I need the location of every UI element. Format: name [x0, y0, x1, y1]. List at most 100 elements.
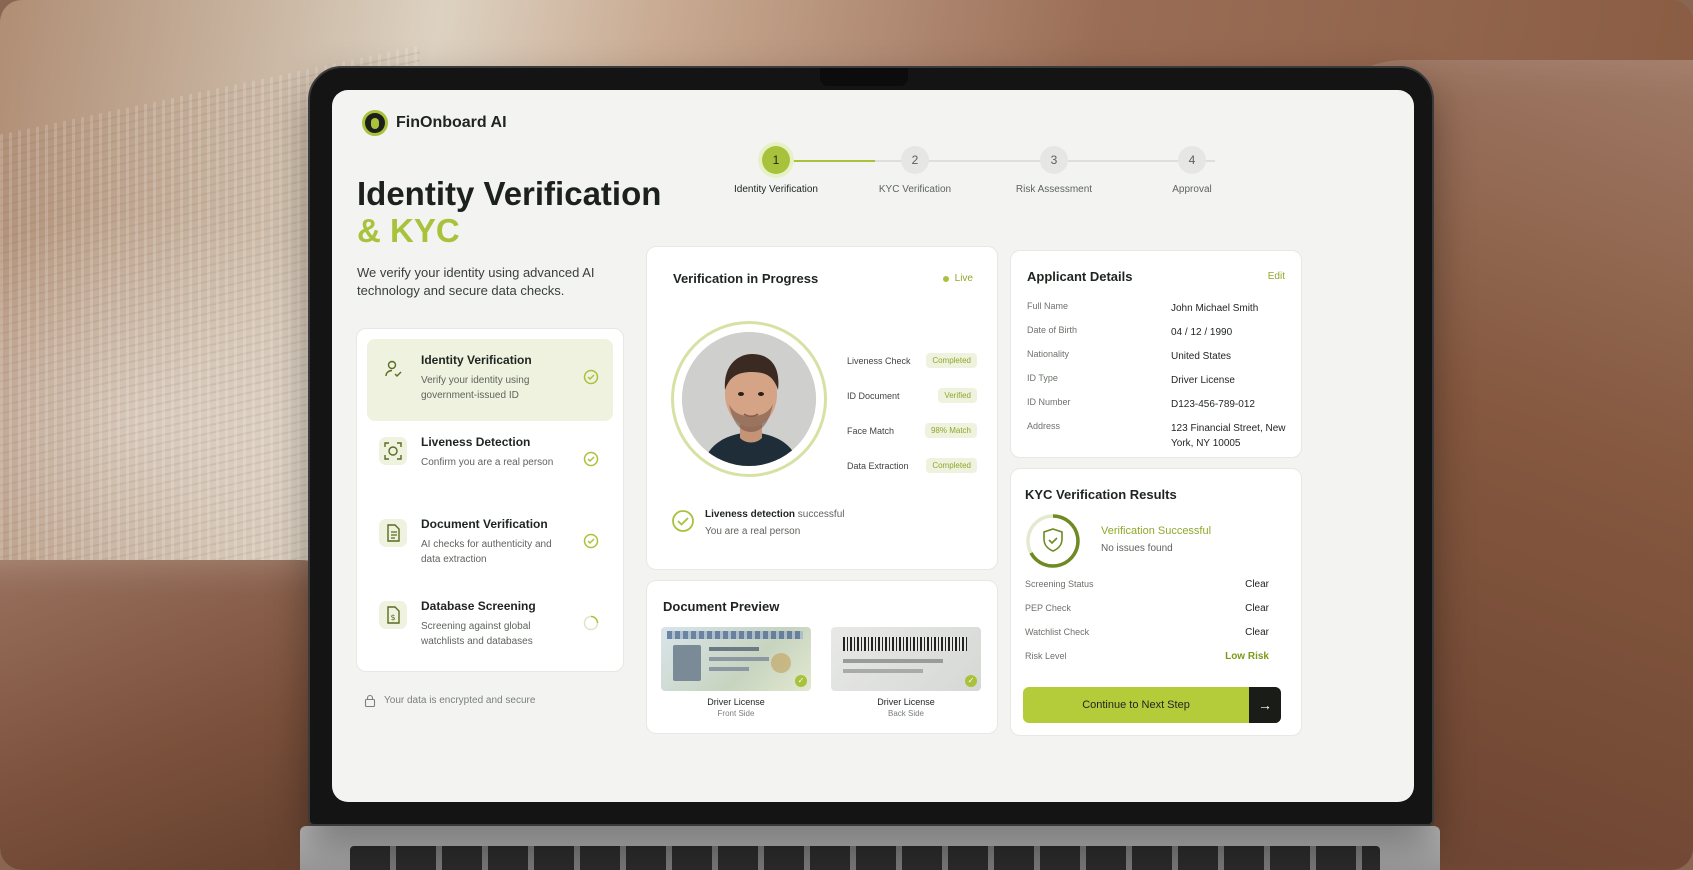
secure-note: Your data is encrypted and secure — [364, 694, 535, 707]
stepper-step-3[interactable]: 3 Risk Assessment — [1004, 146, 1104, 195]
liveness-message-sub: You are a real person — [705, 526, 801, 537]
stepper-number: 3 — [1040, 146, 1068, 174]
liveness-message: Liveness detection successful You are a … — [671, 509, 845, 537]
check-label: Data Extraction — [847, 460, 909, 471]
detail-key: Address — [1027, 421, 1061, 431]
status-badge: 98% Match — [924, 423, 977, 438]
check-circle-icon — [583, 369, 599, 385]
secure-note-text: Your data is encrypted and secure — [384, 695, 536, 706]
detail-value: 123 Financial Street, New York, NY 10005 — [1171, 423, 1286, 449]
progress-stepper: 1 Identity Verification 2 KYC Verificati… — [730, 146, 1230, 206]
document-back[interactable]: ✓ Driver License Back Side — [831, 627, 981, 718]
kyc-row-risk: Risk Level Low Risk — [1025, 651, 1269, 662]
check-label: Liveness Check — [847, 355, 911, 366]
kyc-success: Verification Successful No issues found — [1101, 525, 1211, 554]
detail-key: ID Type — [1027, 373, 1058, 383]
document-front[interactable]: ✓ Driver License Front Side — [661, 627, 811, 718]
kyc-row-screening: Screening Status Clear — [1025, 579, 1269, 590]
kyc-success-sub: No issues found — [1101, 543, 1173, 554]
kyc-value: Clear — [1245, 603, 1269, 614]
kyc-key: Screening Status — [1025, 579, 1094, 589]
live-dot-icon — [942, 275, 949, 282]
document-preview-card: Document Preview ✓ Driver License Front … — [646, 580, 998, 734]
liveness-message-text: Liveness detection successful — [705, 509, 845, 520]
detail-key: Date of Birth — [1027, 325, 1078, 335]
license-front-image: ✓ — [661, 627, 811, 691]
brand-name: FinOnboard AI — [396, 114, 507, 131]
check-row-id-document: ID Document Verified — [847, 378, 977, 413]
applicant-details-card: Applicant Details Edit Full Name John Mic… — [1010, 250, 1302, 458]
app-screen: FinOnboard AI Identity Verification & KY… — [332, 90, 1414, 802]
live-indicator: Live — [942, 273, 973, 284]
document-label: Driver License — [877, 697, 935, 707]
kyc-key: Risk Level — [1025, 651, 1067, 661]
detail-value: United States — [1171, 351, 1232, 362]
stepper-label: Risk Assessment — [1015, 184, 1093, 195]
step-document-verification[interactable]: Document Verification AI checks for auth… — [367, 503, 613, 585]
kyc-value: Clear — [1245, 579, 1269, 590]
stepper-label: KYC Verification — [878, 184, 952, 195]
laptop-keyboard — [350, 846, 1380, 870]
liveness-message-rest: successful — [795, 509, 845, 520]
card-title: Document Preview — [663, 599, 780, 614]
step-description: AI checks for authenticity and data extr… — [421, 539, 552, 565]
step-database-screening[interactable]: $ Database Screening Screening against g… — [367, 585, 613, 667]
kyc-results-card: KYC Verification Results Verification Su… — [1010, 468, 1302, 736]
check-label: Face Match — [847, 425, 895, 436]
card-title: KYC Verification Results — [1025, 487, 1177, 502]
kyc-value: Low Risk — [1225, 651, 1269, 662]
edit-link[interactable]: Edit — [1268, 271, 1285, 282]
check-icon: ✓ — [795, 675, 807, 687]
detail-value: D123-456-789-012 — [1171, 399, 1255, 410]
loading-spinner-icon — [583, 615, 599, 631]
step-description: Verify your identity using government-is… — [421, 375, 530, 401]
check-circle-icon — [583, 451, 599, 467]
detail-key: Nationality — [1027, 349, 1070, 359]
check-row-data-extraction: Data Extraction Completed — [847, 448, 977, 483]
step-liveness-detection[interactable]: Liveness Detection Confirm you are a rea… — [367, 421, 613, 503]
page-title: Identity Verification — [357, 175, 662, 212]
document-sub: Back Side — [887, 709, 925, 718]
check-circle-icon — [672, 510, 694, 532]
kyc-key: Watchlist Check — [1025, 627, 1090, 637]
step-title: Document Verification — [421, 517, 548, 531]
detail-key: ID Number — [1027, 397, 1071, 407]
stepper-label: Approval — [1172, 184, 1212, 195]
stepper-number: 2 — [901, 146, 929, 174]
detail-key: Full Name — [1027, 301, 1069, 311]
stepper-step-2[interactable]: 2 KYC Verification — [865, 146, 965, 195]
step-description: Confirm you are a real person — [421, 457, 554, 468]
check-label: ID Document — [847, 390, 900, 401]
detail-value: John Michael Smith — [1171, 303, 1259, 314]
hero: Identity Verification & KYC We verify yo… — [357, 176, 661, 300]
page-description: We verify your identity using advanced A… — [357, 265, 595, 298]
kyc-row-pep: PEP Check Clear — [1025, 603, 1269, 614]
check-circle-icon — [583, 533, 599, 549]
status-badge: Completed — [926, 353, 977, 368]
brand[interactable]: FinOnboard AI — [362, 110, 507, 136]
step-title: Liveness Detection — [421, 435, 531, 449]
face-scan-icon — [379, 437, 407, 465]
check-row-face-match: Face Match 98% Match — [847, 413, 977, 448]
continue-button-label: Continue to Next Step — [1082, 699, 1190, 711]
stepper-step-1[interactable]: 1 Identity Verification — [726, 146, 826, 195]
document-label: Driver License — [707, 697, 765, 707]
live-label: Live — [954, 273, 973, 284]
detail-value: Driver License — [1171, 375, 1235, 386]
stepper-step-4[interactable]: 4 Approval — [1142, 146, 1242, 195]
check-icon: ✓ — [965, 675, 977, 687]
applicant-photo — [682, 332, 816, 466]
step-identity-verification[interactable]: Identity Verification Verify your identi… — [367, 339, 613, 421]
card-title: Applicant Details — [1027, 269, 1133, 284]
user-check-icon — [379, 355, 407, 383]
lock-icon — [364, 694, 376, 707]
camera-notch — [820, 68, 908, 86]
status-badge: Completed — [926, 458, 977, 473]
step-description: Screening against global watchlists and … — [421, 621, 533, 647]
stepper-number: 4 — [1178, 146, 1206, 174]
svg-text:$: $ — [391, 613, 396, 622]
kyc-row-watchlist: Watchlist Check Clear — [1025, 627, 1269, 638]
leather-sofa-left — [0, 560, 360, 870]
page-title-accent: & KYC — [357, 212, 460, 249]
continue-button[interactable]: Continue to Next Step → — [1023, 687, 1281, 723]
